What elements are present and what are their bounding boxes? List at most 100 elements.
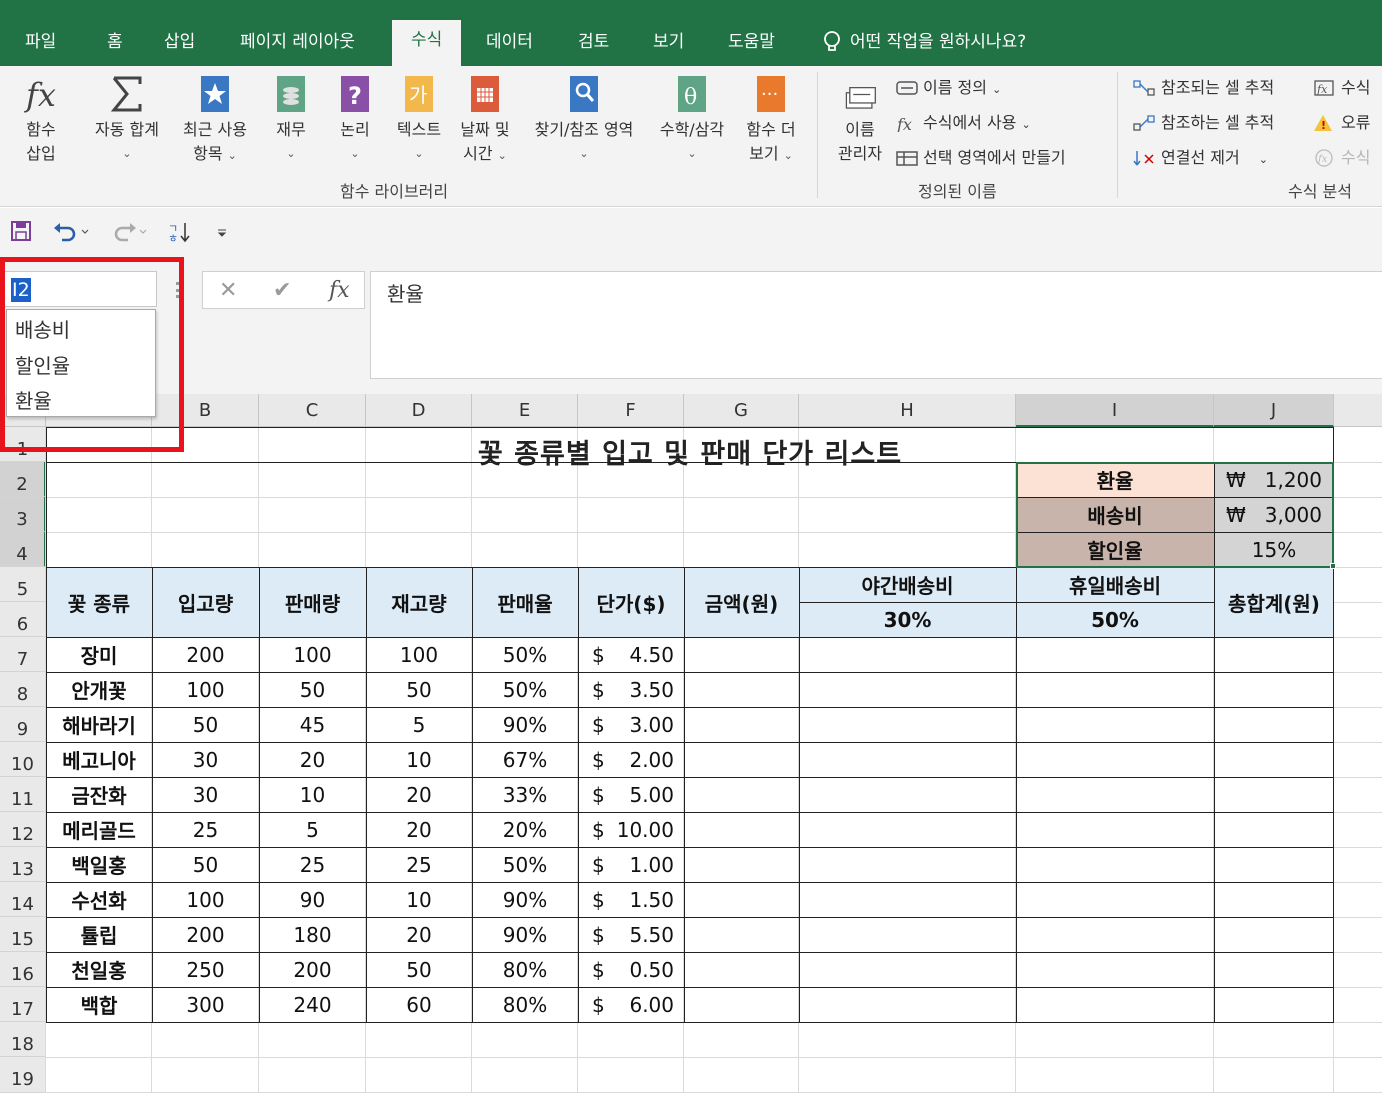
define-name-button[interactable]: 이름 정의 ⌄: [895, 77, 1001, 101]
header-total[interactable]: 총합계(원): [1214, 567, 1334, 637]
show-formulas-button[interactable]: fx 수식: [1313, 77, 1370, 99]
column-header-k[interactable]: [1334, 394, 1382, 427]
header-night-pct[interactable]: 30%: [799, 602, 1016, 637]
redo-icon[interactable]: [108, 220, 148, 242]
unit-price[interactable]: $4.50: [578, 637, 684, 672]
unit-price[interactable]: $1.00: [578, 847, 684, 882]
column-header-f[interactable]: F: [578, 394, 684, 427]
header-sold[interactable]: 판매량: [259, 567, 366, 637]
row-header[interactable]: 18: [0, 1022, 46, 1057]
tab-help[interactable]: 도움말: [728, 22, 775, 66]
sold-qty[interactable]: 100: [259, 637, 366, 672]
header-in[interactable]: 입고량: [152, 567, 259, 637]
text-functions-button[interactable]: 가 텍스트 ⌄: [391, 74, 447, 166]
row-header[interactable]: 10: [0, 742, 46, 777]
in-qty[interactable]: 50: [152, 707, 259, 742]
header-price[interactable]: 단가($): [578, 567, 684, 637]
stock-qty[interactable]: 100: [366, 637, 472, 672]
unit-price[interactable]: $5.50: [578, 917, 684, 952]
sale-rate[interactable]: 67%: [472, 742, 578, 777]
row-header[interactable]: 8: [0, 672, 46, 707]
flower-name[interactable]: 백합: [46, 987, 152, 1022]
unit-price[interactable]: $1.50: [578, 882, 684, 917]
evaluate-formula-button[interactable]: fx 수식: [1313, 147, 1370, 169]
in-qty[interactable]: 250: [152, 952, 259, 987]
sale-rate[interactable]: 33%: [472, 777, 578, 812]
tab-view[interactable]: 보기: [653, 22, 684, 66]
stock-qty[interactable]: 20: [366, 917, 472, 952]
row-header[interactable]: 6: [0, 602, 46, 637]
undo-icon[interactable]: [52, 220, 90, 242]
enter-icon[interactable]: ✔: [273, 278, 291, 303]
in-qty[interactable]: 100: [152, 882, 259, 917]
row-header[interactable]: 14: [0, 882, 46, 917]
unit-price[interactable]: $2.00: [578, 742, 684, 777]
cancel-icon[interactable]: ✕: [219, 278, 237, 303]
column-header-g[interactable]: G: [684, 394, 799, 427]
sale-rate[interactable]: 90%: [472, 882, 578, 917]
header-amount[interactable]: 금액(원): [684, 567, 799, 637]
row-header[interactable]: 11: [0, 777, 46, 812]
autosum-button[interactable]: 자동 합계 ⌄: [88, 74, 166, 166]
row-header[interactable]: 2: [0, 462, 46, 497]
row-header[interactable]: 12: [0, 812, 46, 847]
sold-qty[interactable]: 25: [259, 847, 366, 882]
row-header[interactable]: 4: [0, 532, 46, 567]
column-header-d[interactable]: D: [366, 394, 472, 427]
insert-function-button[interactable]: fx 함수 삽입: [14, 74, 68, 166]
column-header-c[interactable]: C: [259, 394, 366, 427]
row-header[interactable]: 7: [0, 637, 46, 672]
remove-arrows-button[interactable]: 연결선 제거 ⌄: [1133, 147, 1268, 171]
flower-name[interactable]: 안개꽃: [46, 672, 152, 707]
unit-price[interactable]: $3.50: [578, 672, 684, 707]
sort-icon[interactable]: ㄱㅎ: [168, 220, 190, 244]
header-holiday[interactable]: 휴일배송비: [1016, 567, 1214, 602]
lookup-button[interactable]: 찾기/참조 영역 ⌄: [523, 74, 645, 166]
flower-name[interactable]: 금잔화: [46, 777, 152, 812]
param-value-cell[interactable]: 15%: [1214, 532, 1334, 567]
in-qty[interactable]: 30: [152, 777, 259, 812]
stock-qty[interactable]: 20: [366, 812, 472, 847]
header-flower[interactable]: 꽃 종류: [46, 567, 152, 637]
sold-qty[interactable]: 10: [259, 777, 366, 812]
stock-qty[interactable]: 60: [366, 987, 472, 1022]
column-header-h[interactable]: H: [799, 394, 1016, 427]
row-header[interactable]: 19: [0, 1057, 46, 1093]
in-qty[interactable]: 100: [152, 672, 259, 707]
more-functions-button[interactable]: ··· 함수 더 보기 ⌄: [740, 74, 802, 168]
sold-qty[interactable]: 180: [259, 917, 366, 952]
in-qty[interactable]: 30: [152, 742, 259, 777]
param-label-cell[interactable]: 할인율: [1016, 532, 1214, 567]
stock-qty[interactable]: 10: [366, 742, 472, 777]
sold-qty[interactable]: 240: [259, 987, 366, 1022]
sale-rate[interactable]: 90%: [472, 707, 578, 742]
sale-rate[interactable]: 50%: [472, 637, 578, 672]
row-header[interactable]: 9: [0, 707, 46, 742]
flower-name[interactable]: 장미: [46, 637, 152, 672]
in-qty[interactable]: 25: [152, 812, 259, 847]
sold-qty[interactable]: 45: [259, 707, 366, 742]
formula-input[interactable]: 환율: [370, 271, 1382, 379]
sold-qty[interactable]: 20: [259, 742, 366, 777]
tab-insert[interactable]: 삽입: [164, 22, 195, 66]
row-header[interactable]: 13: [0, 847, 46, 882]
logical-button[interactable]: ? 논리 ⌄: [334, 74, 376, 166]
math-button[interactable]: θ 수학/삼각 ⌄: [652, 74, 732, 166]
column-header-i[interactable]: I: [1016, 394, 1214, 427]
flower-name[interactable]: 해바라기: [46, 707, 152, 742]
tell-me-box[interactable]: 어떤 작업을 원하시나요?: [822, 22, 1026, 62]
param-value-cell[interactable]: ₩3,000: [1214, 497, 1334, 532]
financial-button[interactable]: 재무 ⌄: [270, 74, 312, 166]
in-qty[interactable]: 200: [152, 637, 259, 672]
unit-price[interactable]: $6.00: [578, 987, 684, 1022]
tab-review[interactable]: 검토: [578, 22, 609, 66]
sold-qty[interactable]: 90: [259, 882, 366, 917]
in-qty[interactable]: 50: [152, 847, 259, 882]
tab-home[interactable]: 홈: [107, 22, 123, 66]
param-value-cell[interactable]: ₩1,200: [1214, 462, 1334, 497]
in-qty[interactable]: 200: [152, 917, 259, 952]
unit-price[interactable]: $5.00: [578, 777, 684, 812]
create-from-selection-button[interactable]: 선택 영역에서 만들기: [895, 147, 1066, 169]
trace-dependents-button[interactable]: 참조하는 셀 추적: [1133, 112, 1274, 134]
fill-handle[interactable]: [1330, 563, 1336, 569]
